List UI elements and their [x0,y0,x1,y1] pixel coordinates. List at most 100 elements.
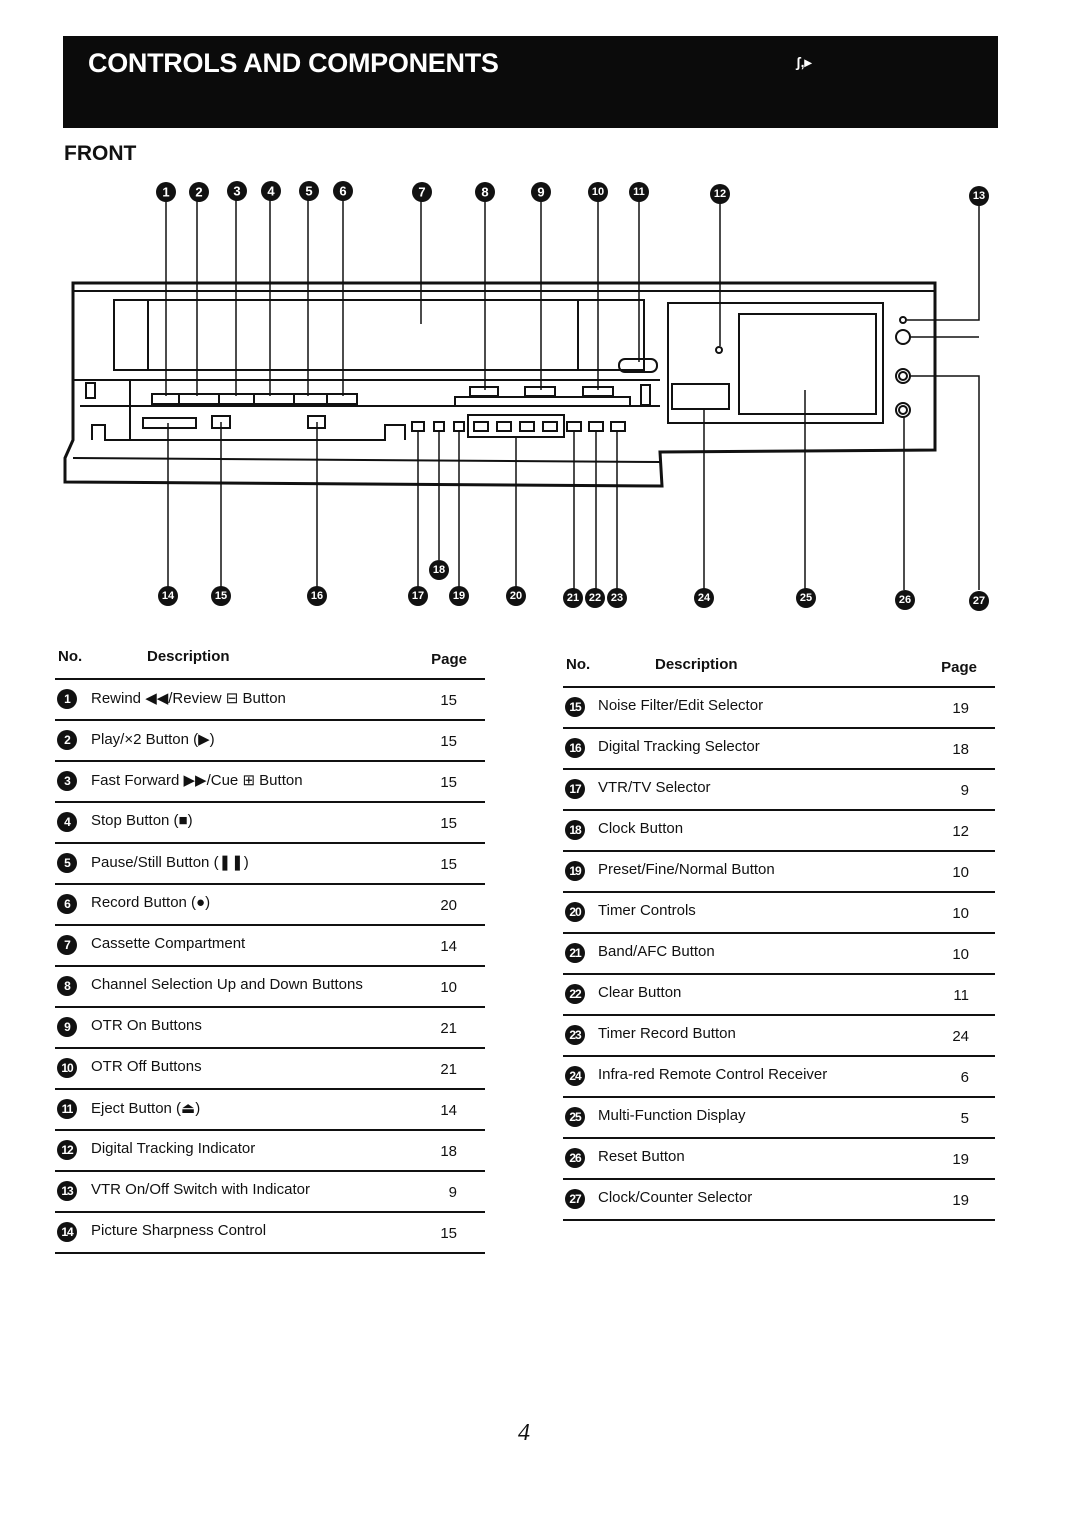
table-row: 27 Clock/Counter Selector 19 [563,1180,995,1221]
item-page: 10 [952,946,969,963]
item-number: 7 [57,935,77,955]
callout-14: 14 [158,586,178,606]
callout-22: 22 [585,588,605,608]
callout-21: 21 [563,588,583,608]
svg-text:19: 19 [453,590,465,602]
item-page: 15 [440,692,457,709]
svg-text:24: 24 [698,592,711,604]
table-row: 2 Play/×2 Button (▶) 15 [55,721,485,762]
item-description: Play/×2 Button (▶) [91,731,215,748]
item-number: 9 [57,1017,77,1037]
item-number: 21 [565,943,585,963]
display-panel [667,302,884,424]
callout-25: 25 [796,588,816,608]
item-number: 25 [565,1107,585,1127]
item-page: 19 [952,1151,969,1168]
header-description: Description [655,656,738,673]
item-description: Clock/Counter Selector [598,1189,753,1206]
table-row: 15 Noise Filter/Edit Selector 19 [563,688,995,729]
callout-12: 12 [710,184,730,204]
item-description: Multi-Function Display [598,1107,746,1124]
item-number: 20 [565,902,585,922]
table-row: 11 Eject Button (⏏) 14 [55,1090,485,1131]
item-description: OTR On Buttons [91,1017,202,1034]
callout-15: 15 [211,586,231,606]
item-number: 18 [565,820,585,840]
item-description: Pause/Still Button (❚❚) [91,854,249,871]
svg-text:5: 5 [305,184,312,199]
digital-tracking-indicator [715,346,723,354]
item-page: 19 [952,700,969,717]
item-description: Reset Button [598,1148,685,1165]
item-description: Timer Controls [598,902,696,919]
callout-18: 18 [429,560,449,580]
item-number: 4 [57,812,77,832]
table-row: 17 VTR/TV Selector 9 [563,770,995,811]
svg-text:25: 25 [800,592,812,604]
table-row: 6 Record Button (●) 20 [55,885,485,926]
svg-text:21: 21 [567,592,579,604]
table-row: 4 Stop Button (■) 15 [55,803,485,844]
item-page: 15 [440,1225,457,1242]
table-row: 18 Clock Button 12 [563,811,995,852]
item-description: Stop Button (■) [91,812,193,829]
table-header: No. Description Page [55,640,485,680]
svg-text:11: 11 [633,186,645,198]
item-description: Channel Selection Up and Down Buttons [91,976,363,993]
item-page: 18 [440,1143,457,1160]
svg-text:13: 13 [973,190,985,202]
table-row: 24 Infra-red Remote Control Receiver 6 [563,1057,995,1098]
item-description: Clear Button [598,984,682,1001]
callout-17: 17 [408,586,428,606]
item-number: 23 [565,1025,585,1045]
item-page: 10 [952,864,969,881]
item-number: 11 [57,1099,77,1119]
item-page: 14 [440,1102,457,1119]
item-description: Digital Tracking Indicator [91,1140,256,1157]
svg-text:14: 14 [162,590,175,602]
callout-9: 9 [531,182,551,202]
table-row: 20 Timer Controls 10 [563,893,995,934]
item-number: 14 [57,1222,77,1242]
callout-1: 1 [156,182,176,202]
item-number: 27 [565,1189,585,1209]
callout-16: 16 [307,586,327,606]
item-description: Digital Tracking Selector [598,738,760,755]
item-number: 24 [565,1066,585,1086]
item-number: 19 [565,861,585,881]
item-description: Rewind ◀◀/Review ⊟ Button [91,690,286,707]
table-row: 22 Clear Button 11 [563,975,995,1016]
table-row: 14 Picture Sharpness Control 15 [55,1213,485,1254]
table-row: 12 Digital Tracking Indicator 18 [55,1131,485,1172]
item-number: 2 [57,730,77,750]
item-description: Fast Forward ▶▶/Cue ⊞ Button [91,772,303,789]
multi-function-display [738,313,877,415]
callout-20: 20 [506,586,526,606]
item-page: 5 [960,1110,969,1127]
item-page: 14 [440,938,457,955]
item-description: Timer Record Button [598,1025,736,1042]
table-row: 19 Preset/Fine/Normal Button 10 [563,852,995,893]
item-number: 26 [565,1148,585,1168]
callout-4: 4 [261,181,281,201]
svg-text:8: 8 [481,185,488,200]
item-page: 19 [952,1192,969,1209]
svg-text:1: 1 [162,185,169,200]
item-description: Clock Button [598,820,684,837]
item-page: 15 [440,815,457,832]
table-row: 13 VTR On/Off Switch with Indicator 9 [55,1172,485,1213]
callout-27: 27 [969,591,989,611]
item-page: 10 [952,905,969,922]
item-page: 11 [953,987,969,1004]
table-row: 10 OTR Off Buttons 21 [55,1049,485,1090]
table-row: 21 Band/AFC Button 10 [563,934,995,975]
svg-text:26: 26 [899,594,911,606]
table-row: 25 Multi-Function Display 5 [563,1098,995,1139]
svg-text:18: 18 [433,564,445,576]
item-number: 16 [565,738,585,758]
callout-23: 23 [607,588,627,608]
callout-13: 13 [969,186,989,206]
table-row: 26 Reset Button 19 [563,1139,995,1180]
item-description: Noise Filter/Edit Selector [598,697,764,714]
header-page: Page [941,659,977,676]
